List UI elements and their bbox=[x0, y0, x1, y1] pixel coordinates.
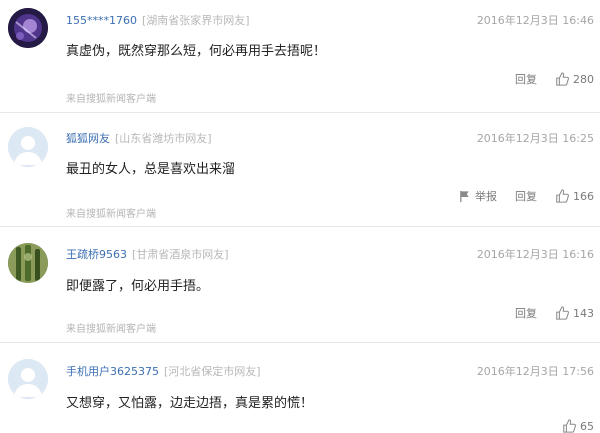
reply-button[interactable]: 回复 bbox=[515, 305, 537, 321]
comment-time: 2016年12月3日 16:16 bbox=[476, 248, 594, 261]
comment-item: 155****1760 [湖南省张家界市网友] 2016年12月3日 16:46 … bbox=[0, 0, 600, 112]
reply-label: 回复 bbox=[515, 190, 537, 203]
default-user-avatar-icon bbox=[8, 127, 48, 167]
username[interactable]: 155****1760 [湖南省张家界市网友] bbox=[66, 12, 250, 28]
user-avatar[interactable] bbox=[8, 359, 48, 399]
user-location: [湖南省张家界市网友] bbox=[142, 14, 250, 27]
username-text[interactable]: 手机用户3625375 bbox=[66, 365, 159, 378]
user-location: [山东省潍坊市网友] bbox=[115, 132, 212, 145]
plant-avatar-icon bbox=[8, 243, 48, 283]
comment-actions: 65 bbox=[562, 419, 594, 433]
galaxy-avatar-icon bbox=[8, 8, 48, 48]
comment-text: 又想穿，又怕露，边走边捂，真是累的慌！ bbox=[66, 396, 314, 411]
comment-actions: 举报 回复 166 bbox=[459, 188, 594, 204]
comment-item: 王疏桥9563 [甘肃省酒泉市网友] 2016年12月3日 16:16 即便露了，… bbox=[0, 227, 600, 339]
default-user-avatar-icon bbox=[8, 359, 48, 399]
reply-button[interactable]: 回复 bbox=[515, 71, 537, 87]
reply-label: 回复 bbox=[515, 73, 537, 86]
comment-actions: 回复 143 bbox=[515, 305, 594, 321]
username-text[interactable]: 狐狐网友 bbox=[66, 132, 110, 145]
like-count: 280 bbox=[573, 72, 594, 86]
reply-button[interactable]: 回复 bbox=[515, 188, 537, 204]
comment-text: 即便露了，何必用手捂。 bbox=[66, 279, 210, 294]
username[interactable]: 王疏桥9563 [甘肃省酒泉市网友] bbox=[66, 246, 229, 262]
username[interactable]: 狐狐网友 [山东省潍坊市网友] bbox=[66, 130, 212, 146]
thumbs-up-icon bbox=[556, 189, 569, 203]
comment-source: 来自搜狐新闻客户端 bbox=[66, 324, 156, 335]
report-label: 举报 bbox=[475, 190, 497, 203]
user-avatar[interactable] bbox=[8, 243, 48, 283]
like-button[interactable]: 143 bbox=[555, 306, 594, 320]
report-button[interactable]: 举报 bbox=[459, 188, 497, 204]
thumbs-up-icon bbox=[563, 419, 576, 433]
user-avatar[interactable] bbox=[8, 8, 48, 48]
comment-item: 手机用户3625375 [河北省保定市网友] 2016年12月3日 17:56 又… bbox=[0, 343, 600, 433]
comment-actions: 回复 280 bbox=[515, 71, 594, 87]
comment-time: 2016年12月3日 17:56 bbox=[476, 365, 594, 378]
comment-item: 狐狐网友 [山东省潍坊市网友] 2016年12月3日 16:25 最丑的女人，总是… bbox=[0, 113, 600, 225]
like-button[interactable]: 166 bbox=[555, 189, 594, 203]
like-button[interactable]: 280 bbox=[555, 72, 594, 86]
comment-source: 来自搜狐新闻客户端 bbox=[66, 209, 156, 220]
username-text[interactable]: 王疏桥9563 bbox=[66, 248, 127, 261]
comment-time: 2016年12月3日 16:25 bbox=[476, 132, 594, 145]
username[interactable]: 手机用户3625375 [河北省保定市网友] bbox=[66, 363, 261, 379]
like-count: 166 bbox=[573, 189, 594, 203]
comment-text: 最丑的女人，总是喜欢出来溜 bbox=[66, 162, 236, 177]
like-count: 143 bbox=[573, 306, 594, 320]
comment-source: 来自搜狐新闻客户端 bbox=[66, 94, 156, 105]
thumbs-up-icon bbox=[556, 72, 569, 86]
like-count: 65 bbox=[580, 419, 594, 433]
user-location: [河北省保定市网友] bbox=[164, 365, 261, 378]
like-button[interactable]: 65 bbox=[562, 419, 594, 433]
user-location: [甘肃省酒泉市网友] bbox=[132, 248, 229, 261]
comment-time: 2016年12月3日 16:46 bbox=[476, 14, 594, 27]
user-avatar[interactable] bbox=[8, 127, 48, 167]
comment-text: 真虚伪，既然穿那么短，何必再用手去捂呢！ bbox=[66, 44, 327, 59]
username-text[interactable]: 155****1760 bbox=[66, 14, 137, 27]
reply-label: 回复 bbox=[515, 307, 537, 320]
thumbs-up-icon bbox=[556, 306, 569, 320]
flag-icon bbox=[460, 190, 469, 202]
